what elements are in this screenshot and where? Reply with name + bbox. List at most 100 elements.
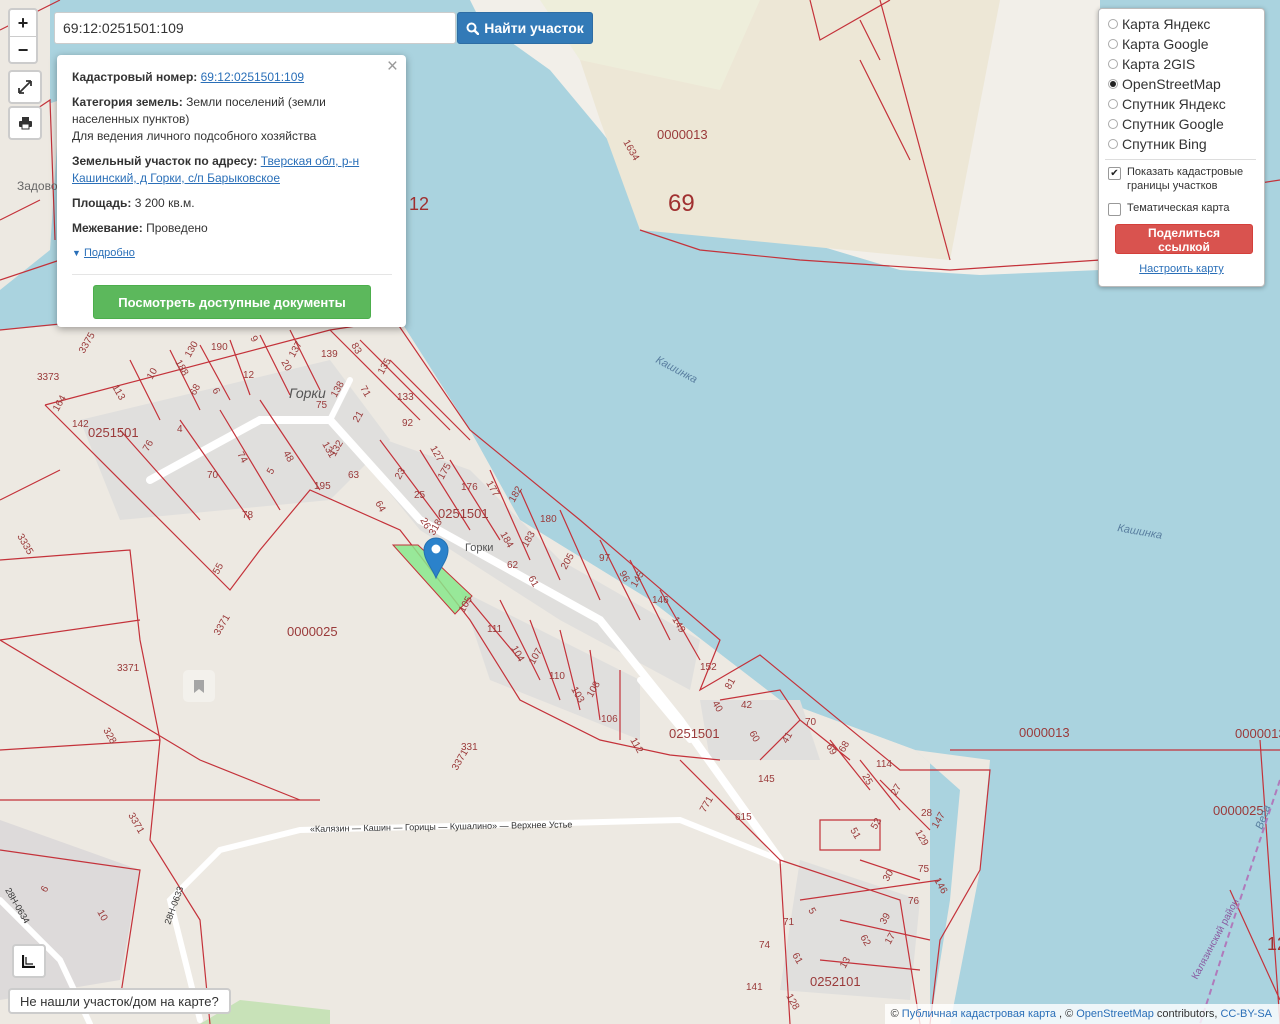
parcel-number: 145 — [758, 774, 775, 785]
layer-option[interactable]: OpenStreetMap — [1108, 74, 1264, 94]
land-category-label: Категория земель: — [72, 95, 183, 109]
parcel-number: 12 — [243, 370, 255, 381]
print-icon — [18, 117, 32, 130]
divider — [1105, 159, 1256, 160]
parcel-number: 152 — [700, 662, 717, 673]
parcel-number: 63 — [348, 470, 360, 481]
parcel-number: 71 — [783, 917, 795, 928]
print-button[interactable] — [8, 106, 42, 140]
quarter-label: 0251501 — [88, 425, 139, 440]
layer-option[interactable]: Карта Яндекс — [1108, 14, 1264, 34]
settlement-label: Задово — [17, 179, 58, 193]
land-usage: Для ведения личного подсобного хозяйства — [72, 129, 317, 143]
cadastral-number-label: Кадастровый номер: — [72, 70, 198, 84]
fullscreen-button[interactable] — [8, 70, 42, 104]
radio-icon — [1108, 39, 1118, 49]
configure-map-link[interactable]: Настроить карту — [1099, 263, 1264, 275]
parcel-number: 42 — [741, 700, 753, 711]
parcel-number: 76 — [908, 896, 920, 907]
area-label: Площадь: — [72, 196, 132, 210]
checkbox-checked-icon: ✔ — [1108, 167, 1121, 180]
parcel-number: 75 — [316, 400, 328, 411]
radio-selected-icon — [1108, 79, 1118, 89]
village-label: Горки — [465, 542, 493, 554]
attribution-separator: , © — [1059, 1008, 1074, 1020]
parcel-number: 331 — [461, 742, 478, 753]
parcel-number: 142 — [72, 419, 89, 430]
not-found-button[interactable]: Не нашли участок/дом на карте? — [8, 988, 231, 1014]
layer-option-label: Спутник Google — [1122, 116, 1224, 132]
parcel-number: 25 — [414, 490, 426, 501]
parcel-number: 133 — [397, 392, 414, 403]
osm-link[interactable]: OpenStreetMap — [1076, 1008, 1154, 1020]
layer-option[interactable]: Спутник Яндекс — [1108, 94, 1264, 114]
parcel-number: 70 — [207, 470, 219, 481]
radio-icon — [1108, 119, 1118, 129]
pkk-link[interactable]: Публичная кадастровая карта — [902, 1008, 1056, 1020]
show-boundaries-label: Показать кадастровые границы участков — [1127, 166, 1244, 192]
parcel-number: 146 — [652, 595, 669, 606]
layer-option[interactable]: Спутник Google — [1108, 114, 1264, 134]
quarter-label: 0251501 — [438, 506, 489, 521]
layer-option-label: Спутник Bing — [1122, 136, 1207, 152]
search-icon — [466, 22, 480, 35]
view-documents-button[interactable]: Посмотреть доступные документы — [93, 285, 371, 319]
thematic-map-label: Тематическая карта — [1127, 202, 1230, 214]
quarter-label: 0000025 — [287, 624, 338, 639]
radio-icon — [1108, 139, 1118, 149]
measure-button[interactable] — [12, 944, 46, 978]
bookmark-button[interactable] — [183, 670, 215, 702]
zoom-out-button[interactable]: − — [10, 37, 36, 63]
layer-option-label: Карта 2GIS — [1122, 56, 1196, 72]
survey-value: Проведено — [146, 221, 208, 235]
ruler-icon — [22, 955, 35, 968]
layer-option[interactable]: Карта Google — [1108, 34, 1264, 54]
layer-option-label: Карта Яндекс — [1122, 16, 1211, 32]
survey-label: Межевание: — [72, 221, 143, 235]
search-input[interactable] — [54, 12, 456, 44]
layer-option-label: OpenStreetMap — [1122, 76, 1221, 92]
parcel-number: 3371 — [117, 663, 140, 674]
village-label: Горки — [289, 385, 326, 401]
quarter-label: 0000013 — [657, 127, 708, 142]
region-label: 69 — [668, 190, 695, 217]
divider — [72, 274, 392, 275]
parcel-number: 70 — [805, 717, 817, 728]
layer-switcher: Карта Яндекс Карта Google Карта 2GIS OpenSt… — [1098, 8, 1265, 287]
zoom-control: + − — [8, 8, 38, 64]
cadastral-number-link[interactable]: 69:12:0251501:109 — [201, 70, 304, 84]
close-icon[interactable]: × — [387, 57, 398, 76]
parcel-number: 106 — [601, 714, 618, 725]
show-boundaries-checkbox[interactable]: ✔ Показать кадастровые границы участков — [1108, 165, 1264, 193]
quarter-label: 0252101 — [810, 974, 861, 989]
details-link[interactable]: Подробно — [84, 247, 135, 259]
search-button[interactable]: Найти участок — [457, 12, 593, 44]
parcel-info-popup: × Кадастровый номер: 69:12:0251501:109 К… — [57, 55, 406, 327]
parcel-number: 180 — [540, 514, 557, 525]
license-link[interactable]: CC-BY-SA — [1220, 1008, 1272, 1020]
address-label: Земельный участок по адресу: — [72, 154, 258, 168]
layer-option[interactable]: Карта 2GIS — [1108, 54, 1264, 74]
parcel-number: 195 — [314, 481, 331, 492]
parcel-number: 28 — [921, 808, 933, 819]
attribution-contributors: contributors, — [1156, 1008, 1218, 1020]
radio-icon — [1108, 59, 1118, 69]
bookmark-icon — [194, 679, 204, 693]
parcel-number: 110 — [549, 671, 565, 682]
quarter-label: 0000025 — [1213, 803, 1264, 818]
search-button-label: Найти участок — [484, 20, 584, 36]
attribution-copyright: © — [890, 1008, 899, 1020]
parcel-number: 176 — [461, 482, 478, 493]
zoom-in-button[interactable]: + — [10, 10, 36, 37]
parcel-number: 62 — [507, 560, 519, 571]
region-label: 12 — [409, 194, 429, 214]
share-link-button[interactable]: Поделиться ссылкой — [1115, 224, 1253, 254]
area-value: 3 200 кв.м. — [134, 196, 195, 210]
thematic-map-checkbox[interactable]: Тематическая карта — [1108, 201, 1264, 216]
layer-option-label: Спутник Яндекс — [1122, 96, 1226, 112]
parcel-number: 141 — [746, 982, 763, 993]
layer-option[interactable]: Спутник Bing — [1108, 134, 1264, 154]
quarter-label: 0000013 — [1235, 726, 1280, 741]
parcel-number: 615 — [735, 812, 752, 823]
parcel-number: 74 — [759, 940, 771, 951]
